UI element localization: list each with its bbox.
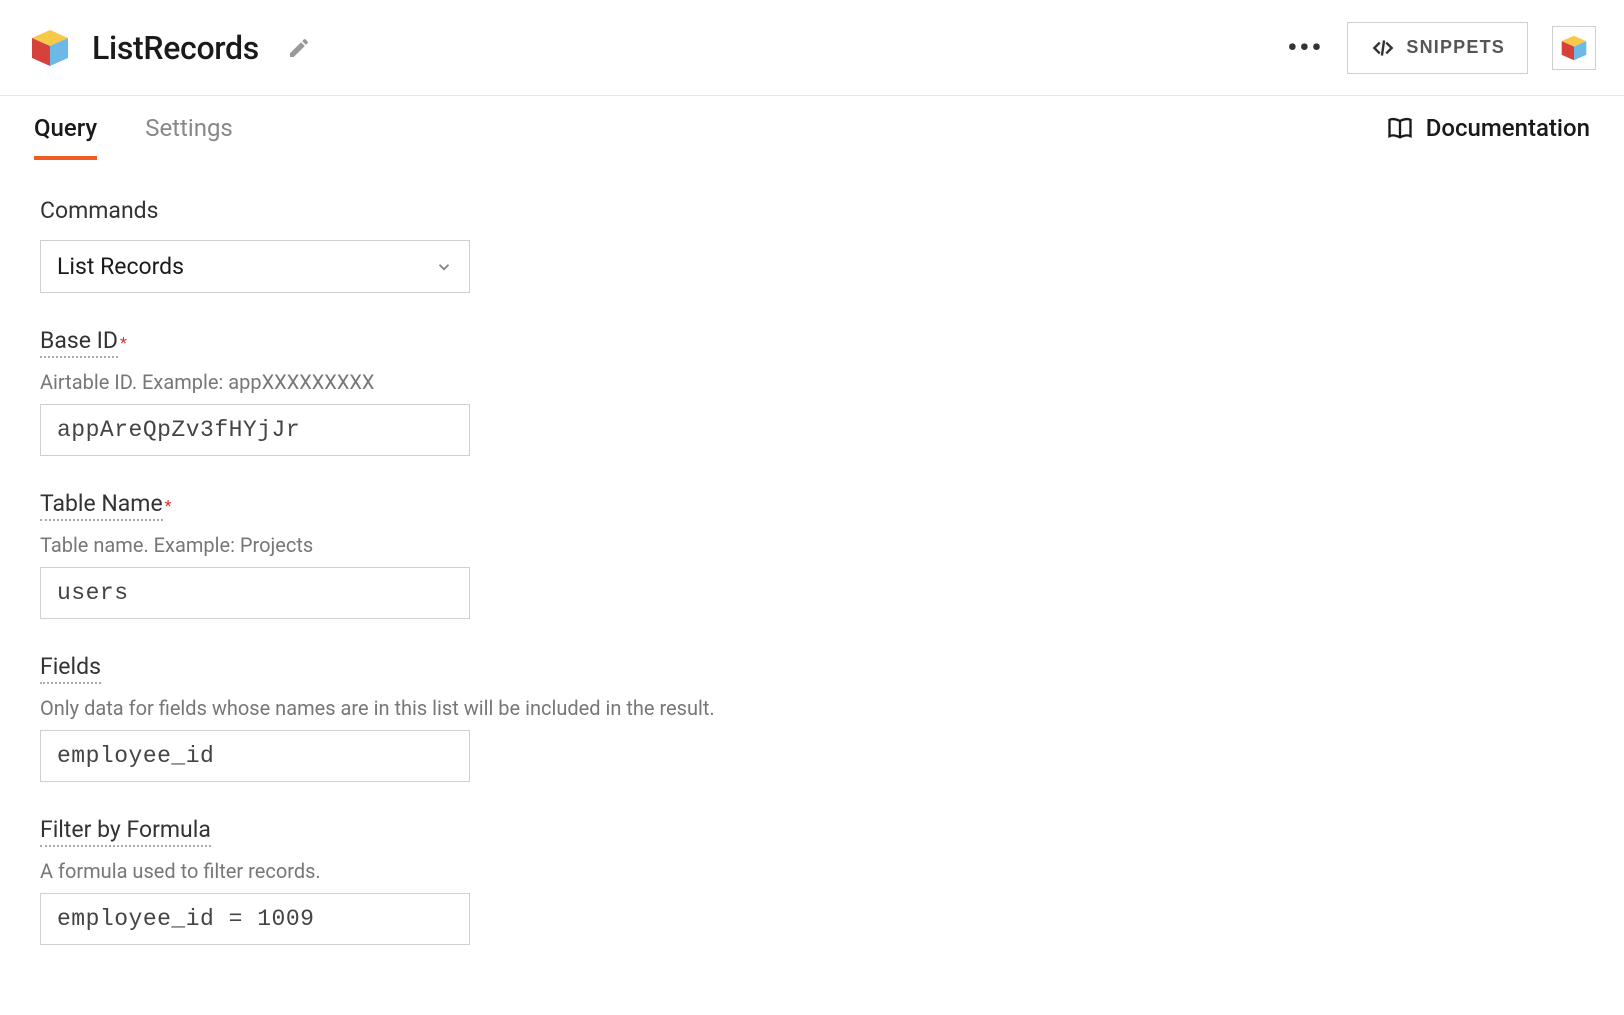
field-table-name: Table Name* Table name. Example: Project… <box>40 490 1584 619</box>
documentation-label: Documentation <box>1426 114 1590 142</box>
fields-input[interactable] <box>40 730 470 782</box>
table-name-input[interactable] <box>40 567 470 619</box>
snippets-button[interactable]: SNIPPETS <box>1347 22 1528 74</box>
fields-label: Fields <box>40 653 101 684</box>
field-base-id: Base ID* Airtable ID. Example: appXXXXXX… <box>40 327 1584 456</box>
snippets-label: SNIPPETS <box>1406 37 1505 58</box>
tabs-row: Query Settings Documentation <box>0 96 1624 161</box>
more-menu-icon[interactable]: ••• <box>1287 31 1323 64</box>
base-id-input[interactable] <box>40 404 470 456</box>
documentation-link[interactable]: Documentation <box>1386 114 1590 142</box>
commands-label: Commands <box>40 197 158 224</box>
form-area: Commands List Records Base ID* Airtable … <box>0 161 1624 1015</box>
code-icon <box>1370 35 1396 61</box>
filter-formula-input[interactable] <box>40 893 470 945</box>
tab-settings[interactable]: Settings <box>145 96 233 160</box>
app-logo-icon <box>28 26 72 70</box>
chevron-down-icon <box>435 258 453 276</box>
app-logo-icon-small <box>1559 32 1589 64</box>
field-fields: Fields Only data for fields whose names … <box>40 653 1584 782</box>
header-right: ••• SNIPPETS <box>1287 22 1596 74</box>
page-title: ListRecords <box>92 29 259 67</box>
tabs: Query Settings <box>34 96 233 160</box>
required-marker: * <box>165 496 172 515</box>
filter-formula-label: Filter by Formula <box>40 816 211 847</box>
required-marker: * <box>120 333 127 352</box>
header-left: ListRecords <box>28 26 311 70</box>
secondary-app-button[interactable] <box>1552 26 1596 70</box>
table-name-hint: Table name. Example: Projects <box>40 533 1584 557</box>
book-icon <box>1386 114 1414 142</box>
tab-query[interactable]: Query <box>34 96 97 160</box>
base-id-label: Base ID <box>40 327 118 358</box>
field-commands: Commands List Records <box>40 197 1584 293</box>
header: ListRecords ••• SNIPPETS <box>0 0 1624 96</box>
base-id-hint: Airtable ID. Example: appXXXXXXXXX <box>40 370 1584 394</box>
edit-icon[interactable] <box>287 36 311 60</box>
filter-formula-hint: A formula used to filter records. <box>40 859 1584 883</box>
commands-select[interactable]: List Records <box>40 240 470 293</box>
table-name-label: Table Name <box>40 490 163 521</box>
fields-hint: Only data for fields whose names are in … <box>40 696 1584 720</box>
field-filter-formula: Filter by Formula A formula used to filt… <box>40 816 1584 945</box>
commands-value: List Records <box>57 253 184 280</box>
